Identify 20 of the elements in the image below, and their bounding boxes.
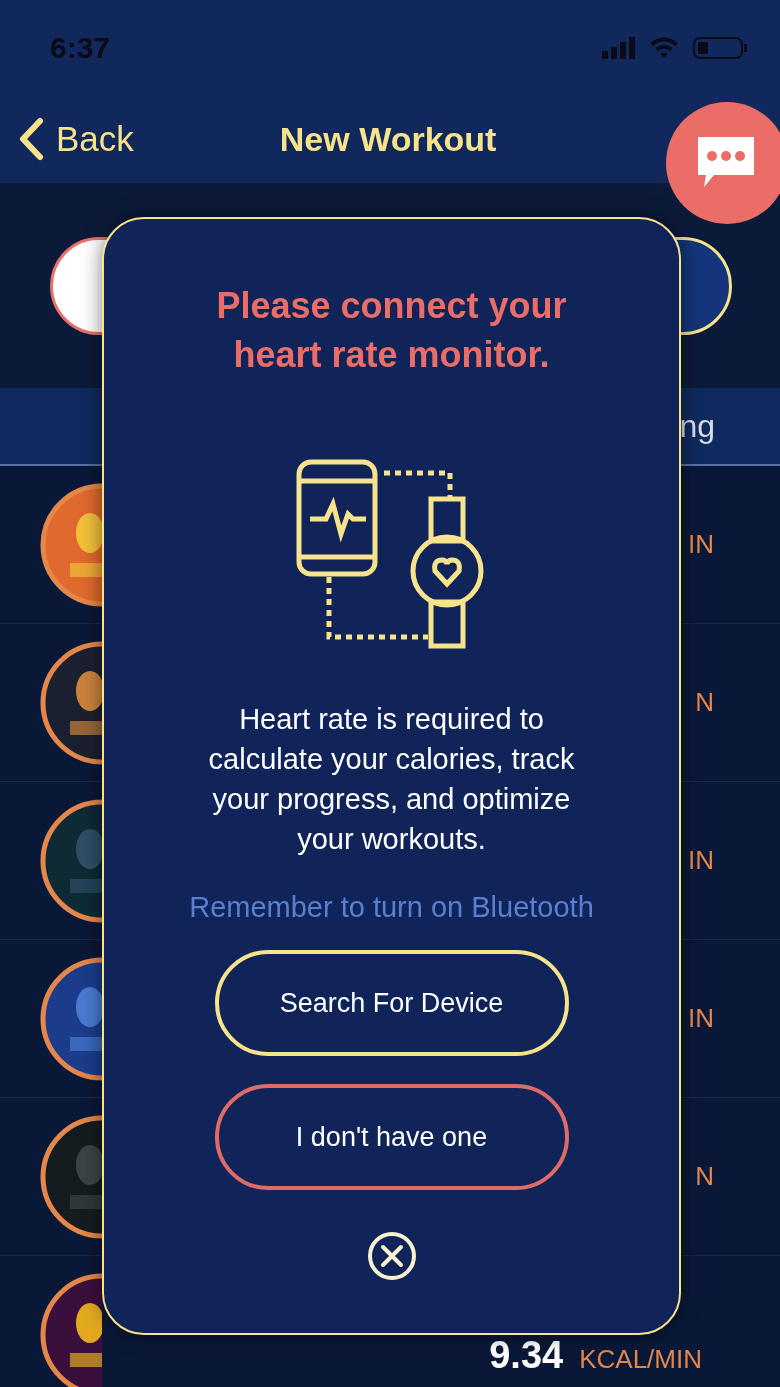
chevron-left-icon [18,117,44,161]
no-device-button[interactable]: I don't have one [214,1084,569,1190]
calorie-value: 9.34 [489,1334,564,1377]
calorie-unit: N [695,1161,714,1192]
battery-icon [693,36,747,59]
calorie-unit: IN [688,1003,714,1034]
signal-icon [602,36,635,59]
calorie-unit: N [695,687,714,718]
calorie-unit: KCAL/MIN [579,1344,702,1375]
search-device-button[interactable]: Search For Device [214,950,569,1056]
screen-title: New Workout [279,119,497,159]
dialog-title: Please connect your heart rate monitor. [215,284,568,377]
back-button[interactable]: Back [18,117,134,161]
calorie-unit: IN [688,529,714,560]
close-icon[interactable] [365,1230,418,1282]
wifi-icon [650,37,678,58]
dialog-message: Heart rate is required to calculate your calories, track your progress, and optimize your workouts. [207,702,576,857]
bluetooth-note: Remember to turn on Bluetooth [189,891,594,924]
status-time: 6:37 [50,30,111,65]
calorie-unit: IN [688,845,714,876]
